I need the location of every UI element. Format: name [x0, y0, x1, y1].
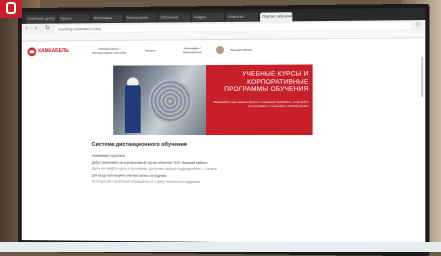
- nav-item-training-center[interactable]: Учебный центр / Корпоративное обучение: [92, 47, 127, 55]
- scrollbar[interactable]: [421, 56, 424, 98]
- browser-tab[interactable]: Материалы: [124, 13, 157, 23]
- monitor-screen: Учебный центр Курсы Вебинары Материалы Обуче…: [17, 3, 430, 256]
- page-title: Система дистанционного обучения: [91, 141, 187, 148]
- worker-figure: [124, 83, 141, 133]
- helmet-icon: [126, 77, 139, 86]
- browser-tab[interactable]: Новости: [225, 12, 259, 22]
- main-content: Система дистанционного обучения Уважаемы…: [92, 142, 341, 185]
- content-line: Добро пожаловать на корпоративный портал…: [91, 160, 209, 165]
- content-line: Уважаемый слушатель,: [91, 153, 126, 158]
- nav-item-catalog[interactable]: Каталог: [133, 48, 169, 52]
- site-header: КАМКАБЕЛЬ Учебный центр / Корпоративное …: [22, 38, 426, 61]
- banner-title-line: УЧЕБНЫЕ КУРСЫ И: [242, 70, 309, 78]
- reload-icon[interactable]: ↻: [45, 26, 51, 32]
- logo-icon: [27, 46, 37, 56]
- browser-tab[interactable]: Вебинары: [91, 13, 123, 24]
- banner-title: УЧЕБНЫЕ КУРСЫ И КОРПОРАТИВНЫЕ ПРОГРАММЫ …: [212, 70, 309, 94]
- red-corner-tag: [0, 0, 22, 18]
- browser-tab[interactable]: Курсы: [58, 14, 90, 24]
- forward-icon[interactable]: ›: [35, 26, 41, 32]
- kamkabel-logo[interactable]: КАМКАБЕЛЬ: [27, 46, 86, 56]
- logo-text: КАМКАБЕЛЬ: [38, 48, 69, 55]
- browser-tab[interactable]: Обучение: [158, 13, 191, 23]
- banner-title-line: ПРОГРАММЫ ОБУЧЕНИЯ: [224, 85, 309, 93]
- banner-text-panel: УЧЕБНЫЕ КУРСЫ И КОРПОРАТИВНЫЕ ПРОГРАММЫ …: [206, 64, 313, 136]
- user-name[interactable]: Личный кабинет: [230, 48, 253, 52]
- content-line: Для входа используйте учётную запись сот…: [91, 173, 167, 178]
- banner-photo: [113, 65, 207, 135]
- avatar[interactable]: [216, 45, 224, 55]
- banner-subtitle: Развивайте свои навыки вместе с командой…: [213, 99, 309, 108]
- star-icon[interactable]: ☆: [415, 22, 421, 28]
- browser-tab[interactable]: Учебный центр: [25, 14, 57, 24]
- content-line[interactable]: Здесь вы найдёте курсы и программы, дост…: [92, 167, 341, 172]
- nav-item-calendar[interactable]: Календарь / Мероприятия: [174, 46, 210, 54]
- content-line[interactable]: По вопросам и проблемам обращайтесь в сл…: [92, 179, 341, 184]
- browser-tab[interactable]: Кадры: [192, 12, 224, 23]
- browser-tab[interactable]: Портал обучения: [260, 12, 293, 22]
- hero-banner: УЧЕБНЫЕ КУРСЫ И КОРПОРАТИВНЫЕ ПРОГРАММЫ …: [113, 64, 313, 136]
- bottom-strip: [0, 242, 441, 252]
- back-icon[interactable]: ‹: [26, 26, 32, 32]
- cable-coil-image: [148, 79, 193, 124]
